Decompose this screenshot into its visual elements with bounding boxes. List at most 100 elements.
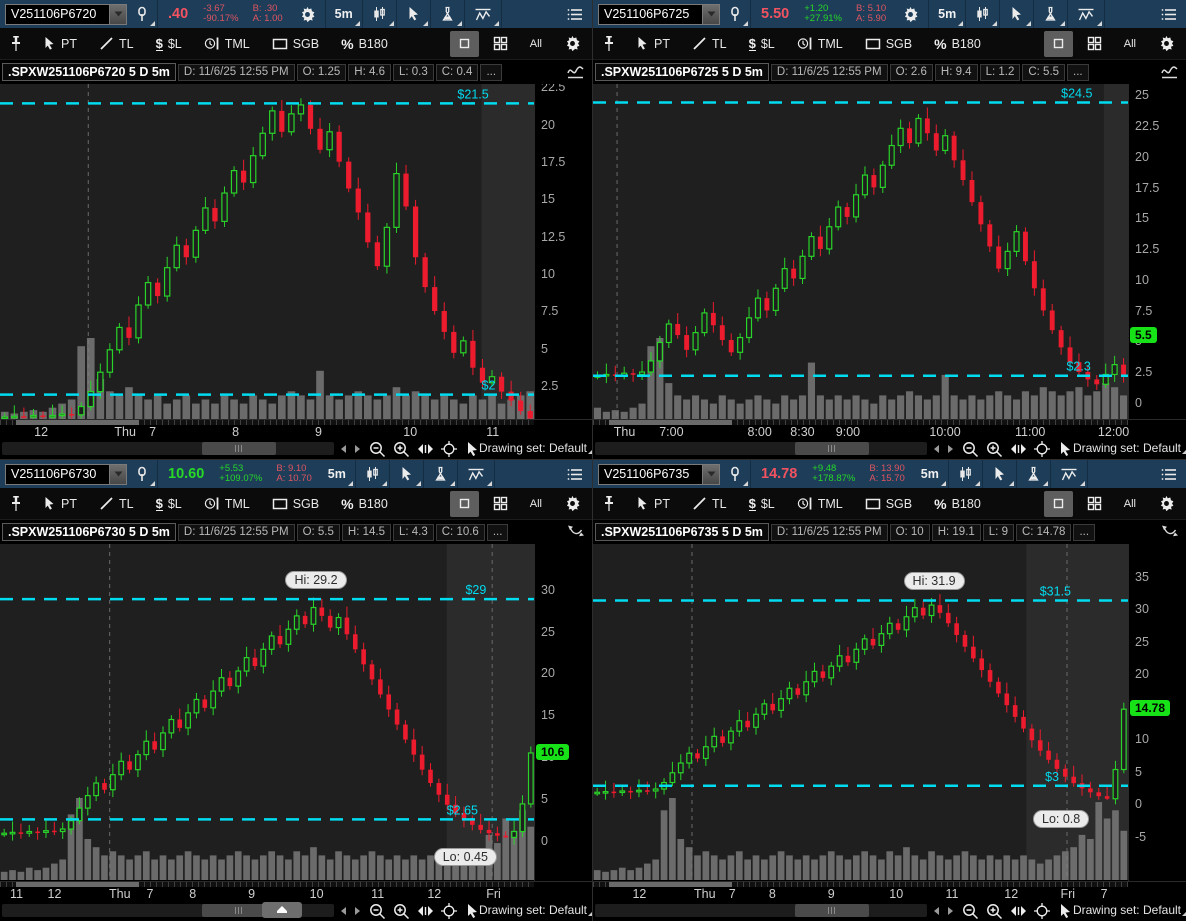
link-charts-button[interactable] [127, 0, 158, 28]
step-left-button[interactable] [929, 441, 943, 457]
patterns-button[interactable] [458, 460, 495, 488]
studies-flask-button[interactable] [424, 460, 458, 488]
overview-strip[interactable] [0, 882, 534, 887]
step-left-button[interactable] [336, 903, 350, 919]
restore-curve-corner-icon[interactable] [1160, 524, 1180, 540]
symbol-input[interactable]: V251106P6720 [5, 4, 127, 25]
toolbar-settings-button[interactable] [556, 491, 589, 517]
pt-tool-button[interactable]: PT [628, 31, 678, 57]
chart-settings-button[interactable] [290, 0, 326, 28]
symbol-input[interactable]: V251106P6735 [598, 464, 720, 485]
cursor-tool-button[interactable] [1000, 0, 1034, 28]
scrollbar-thumb[interactable] [202, 442, 276, 455]
chart-type-button[interactable] [363, 0, 397, 28]
price-chart-canvas[interactable]: $21.5$2 [0, 84, 535, 419]
cursor-tool-button[interactable] [397, 0, 431, 28]
chart-scrollbar[interactable] [595, 442, 927, 455]
interval-button[interactable]: 5m [929, 0, 966, 28]
interval-button[interactable]: 5m [912, 460, 949, 488]
single-chart-layout-button[interactable] [450, 491, 479, 517]
price-chart-canvas[interactable]: $29$2.65 [0, 544, 535, 880]
b180-tool-button[interactable]: % B180 [333, 31, 396, 57]
step-right-button[interactable] [350, 441, 364, 457]
b180-tool-button[interactable]: % B180 [926, 31, 989, 57]
tl-tool-button[interactable]: TL [91, 491, 142, 517]
pt-tool-button[interactable]: PT [35, 491, 85, 517]
ohlc-more-button[interactable]: ... [487, 524, 509, 541]
time-axis[interactable]: Thu7:008:008:309:0010:0011:0012:00 [593, 419, 1186, 439]
grid-layout-button[interactable] [485, 31, 516, 57]
symbol-value[interactable]: V251106P6735 [599, 465, 702, 484]
zoom-in-button[interactable] [390, 903, 412, 919]
chart-type-button[interactable] [966, 0, 1000, 28]
drawing-set-selector[interactable]: Drawing set: Default [1073, 903, 1181, 917]
symbol-dropdown-button[interactable] [702, 465, 719, 484]
step-right-button[interactable] [943, 441, 957, 457]
tml-tool-button[interactable]: TML [196, 31, 258, 57]
zoom-in-button[interactable] [390, 441, 412, 457]
pt-tool-button[interactable]: PT [628, 491, 678, 517]
grid-layout-button[interactable] [485, 491, 516, 517]
drawing-set-selector[interactable]: Drawing set: Default [479, 441, 587, 455]
zoom-out-button[interactable] [959, 903, 981, 919]
zoom-in-button[interactable] [983, 903, 1005, 919]
link-charts-button[interactable] [720, 460, 751, 488]
all-charts-button[interactable]: All [522, 31, 550, 57]
crosshair-mode-button[interactable] [1031, 441, 1053, 457]
b180-tool-button[interactable]: % B180 [333, 491, 396, 517]
step-right-button[interactable] [943, 903, 957, 919]
chart-style-corner-icon[interactable] [566, 64, 586, 80]
crosshair-mode-button[interactable] [1031, 903, 1053, 919]
symbol-dropdown-button[interactable] [109, 465, 126, 484]
chart-plot-area[interactable]: $24.5$2.3 2522.52017.51512.5107.552.505.… [593, 84, 1186, 419]
price-chart-canvas[interactable]: $24.5$2.3 [593, 84, 1128, 419]
sl-tool-button[interactable]: $ $L [741, 491, 783, 517]
interval-button[interactable]: 5m [319, 460, 356, 488]
chart-type-button[interactable] [356, 460, 390, 488]
price-axis[interactable]: 30252015105010.6 [534, 544, 592, 881]
cursor-tool-button[interactable] [390, 460, 424, 488]
zoom-out-button[interactable] [366, 441, 388, 457]
chart-menu-button[interactable] [1152, 460, 1186, 488]
grid-layout-button[interactable] [1079, 31, 1110, 57]
ohlc-more-button[interactable]: ... [1067, 64, 1089, 81]
pt-tool-button[interactable]: PT [35, 31, 85, 57]
zoom-out-button[interactable] [959, 441, 981, 457]
toolbar-settings-button[interactable] [1150, 31, 1183, 57]
ohlc-more-button[interactable]: ... [1073, 524, 1095, 541]
b180-tool-button[interactable]: % B180 [926, 491, 989, 517]
all-charts-button[interactable]: All [1116, 491, 1144, 517]
chart-plot-area[interactable]: $29$2.65 30252015105010.6 Hi: 29.2Lo: 0.… [0, 544, 592, 881]
toolbar-settings-button[interactable] [1150, 491, 1183, 517]
link-charts-button[interactable] [720, 0, 751, 28]
studies-flask-button[interactable] [1034, 0, 1068, 28]
studies-flask-button[interactable] [431, 0, 465, 28]
overview-strip[interactable] [0, 420, 534, 425]
single-chart-layout-button[interactable] [1044, 491, 1073, 517]
patterns-button[interactable] [465, 0, 502, 28]
step-left-button[interactable] [336, 441, 350, 457]
patterns-button[interactable] [1068, 0, 1105, 28]
single-chart-layout-button[interactable] [450, 31, 479, 57]
cursor-tool-button[interactable] [983, 460, 1017, 488]
symbol-input[interactable]: V251106P6730 [5, 464, 127, 485]
symbol-value[interactable]: V251106P6720 [6, 5, 109, 24]
patterns-button[interactable] [1051, 460, 1088, 488]
overview-strip[interactable] [593, 882, 1128, 887]
tl-tool-button[interactable]: TL [91, 31, 142, 57]
chart-settings-button[interactable] [893, 0, 929, 28]
expand-chart-button[interactable] [262, 902, 302, 918]
link-charts-button[interactable] [127, 460, 158, 488]
pan-mode-button[interactable] [1007, 441, 1029, 457]
chart-menu-button[interactable] [558, 460, 592, 488]
sl-tool-button[interactable]: $ $L [148, 31, 190, 57]
sl-tool-button[interactable]: $ $L [741, 31, 783, 57]
pan-mode-button[interactable] [414, 903, 436, 919]
price-axis[interactable]: 22.52017.51512.5107.552.5 [534, 84, 592, 419]
symbol-value[interactable]: V251106P6725 [599, 5, 702, 24]
step-right-button[interactable] [350, 903, 364, 919]
symbol-dropdown-button[interactable] [109, 5, 126, 24]
tml-tool-button[interactable]: TML [789, 491, 851, 517]
restore-curve-corner-icon[interactable] [566, 524, 586, 540]
zoom-out-button[interactable] [366, 903, 388, 919]
